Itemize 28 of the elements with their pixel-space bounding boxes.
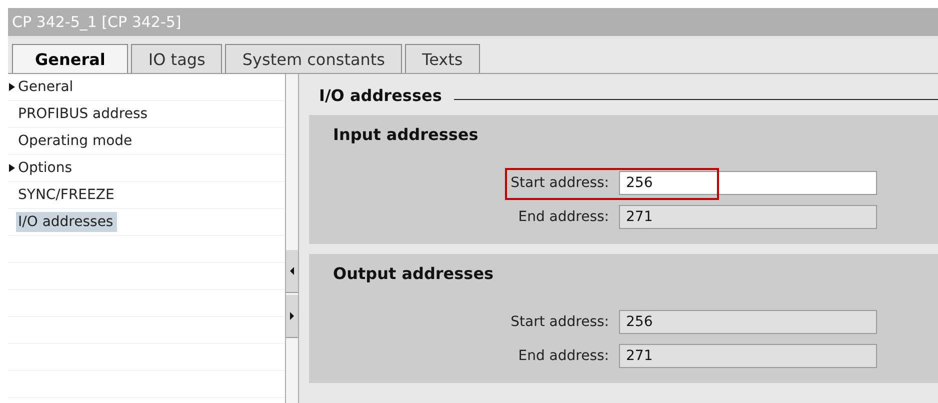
sidebar-item[interactable]: Operating mode bbox=[16, 131, 136, 151]
address-field[interactable]: 271 bbox=[619, 205, 877, 229]
sidebar-item[interactable]: SYNC/FREEZE bbox=[16, 185, 118, 205]
sidebar-item[interactable]: General bbox=[16, 77, 78, 97]
address-field[interactable]: 256 bbox=[619, 310, 877, 334]
field-label: End address: bbox=[517, 209, 610, 225]
expand-arrow-icon[interactable] bbox=[8, 163, 16, 173]
window-title: CP 342-5_1 [CP 342-5] bbox=[8, 8, 938, 39]
sidebar-item[interactable]: Options bbox=[16, 158, 76, 178]
field-label: Start address: bbox=[510, 314, 610, 330]
tab[interactable]: System constants bbox=[225, 44, 402, 73]
right-arrow-icon bbox=[290, 312, 294, 320]
panel-title: Output addresses bbox=[333, 264, 495, 283]
panel-title: Input addresses bbox=[333, 125, 480, 144]
expand-right-button[interactable] bbox=[286, 295, 298, 338]
tab[interactable]: Texts bbox=[405, 44, 480, 73]
address-field[interactable]: 256 bbox=[619, 171, 877, 195]
sidebar-item[interactable]: PROFIBUS address bbox=[16, 104, 152, 124]
collapse-left-button[interactable] bbox=[286, 250, 298, 293]
field-label: Start address: bbox=[510, 175, 610, 191]
sidebar-item[interactable]: I/O addresses bbox=[16, 212, 118, 232]
section-heading: I/O addresses bbox=[319, 86, 442, 105]
tab[interactable]: IO tags bbox=[131, 44, 222, 73]
tab[interactable]: General bbox=[12, 44, 128, 73]
field-label: End address: bbox=[517, 348, 610, 364]
left-arrow-icon bbox=[290, 267, 294, 275]
address-field[interactable]: 271 bbox=[619, 344, 877, 368]
expand-arrow-icon[interactable] bbox=[8, 82, 16, 92]
